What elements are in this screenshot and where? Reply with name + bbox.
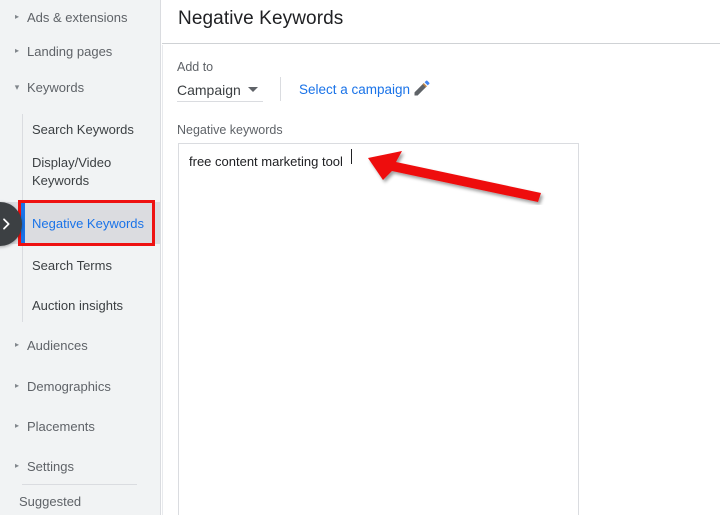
page-header: Negative Keywords [162, 0, 720, 44]
sidebar-item-search-keywords[interactable]: Search Keywords [0, 112, 160, 146]
negative-keywords-input[interactable] [178, 143, 579, 515]
sidebar-item-auction-insights[interactable]: Auction insights [0, 288, 160, 322]
chevron-right-icon: ▸ [14, 421, 19, 430]
vertical-separator [280, 77, 281, 101]
sidebar-item-placements[interactable]: ▸ Placements [0, 409, 160, 443]
sidebar-item-label: Settings [27, 458, 74, 474]
chevron-right-icon [3, 218, 10, 230]
chevron-right-icon: ▸ [14, 12, 19, 21]
chevron-right-icon: ▸ [14, 461, 19, 470]
negative-keywords-label: Negative keywords [177, 123, 283, 137]
add-to-scope-value: Campaign [177, 81, 241, 98]
sidebar-section-suggested: Suggested [19, 494, 82, 509]
sidebar-item-landing-pages[interactable]: ▸ Landing pages [0, 34, 160, 68]
chevron-down-icon: ▾ [14, 81, 20, 92]
text-cursor [351, 149, 352, 164]
sidebar-item-demographics[interactable]: ▸ Demographics [0, 369, 160, 403]
negative-keywords-form-panel: Add to Campaign Select a campaign Negati… [162, 45, 720, 515]
sidebar-item-ads-extensions[interactable]: ▸ Ads & extensions [0, 0, 160, 34]
chevron-right-icon: ▸ [14, 381, 19, 390]
sidebar-item-label: Audiences [27, 337, 88, 353]
main-content-area: Negative Keywords Add to Campaign Select… [162, 0, 720, 515]
sidebar-item-search-terms[interactable]: Search Terms [0, 248, 160, 282]
sidebar-subitem-label: Display/Video Keywords [32, 155, 112, 188]
app-root: ▸ Ads & extensions ▸ Landing pages ▾ Key… [0, 0, 720, 515]
sidebar-section-divider [22, 484, 137, 485]
pencil-icon[interactable] [412, 78, 432, 98]
select-a-campaign-link[interactable]: Select a campaign [299, 82, 410, 97]
sidebar-subitem-label: Search Terms [32, 257, 112, 273]
sidebar-item-label: Keywords [27, 79, 85, 95]
sidebar-item-label: Landing pages [27, 43, 113, 59]
chevron-down-icon [247, 87, 258, 92]
left-sidebar-navigation: ▸ Ads & extensions ▸ Landing pages ▾ Key… [0, 0, 161, 515]
sidebar-item-settings[interactable]: ▸ Settings [0, 449, 160, 483]
sidebar-item-keywords[interactable]: ▾ Keywords [0, 70, 160, 104]
chevron-right-icon: ▸ [14, 46, 19, 55]
sidebar-item-label: Placements [27, 418, 95, 434]
page-title: Negative Keywords [178, 8, 344, 29]
sidebar-subitem-label: Negative Keywords [32, 215, 144, 231]
sidebar-item-negative-keywords[interactable]: Negative Keywords [0, 202, 160, 244]
sidebar-item-audiences[interactable]: ▸ Audiences [0, 328, 160, 362]
sidebar-item-label: Demographics [27, 378, 111, 394]
sidebar-item-display-video-keywords[interactable]: Display/Video Keywords [0, 150, 160, 196]
sidebar-item-label: Ads & extensions [27, 9, 128, 25]
sidebar-subitem-label: Auction insights [32, 297, 124, 313]
sidebar-subitem-label: Search Keywords [32, 121, 134, 137]
add-to-scope-dropdown[interactable]: Campaign [177, 78, 263, 102]
chevron-right-icon: ▸ [14, 340, 19, 349]
add-to-label: Add to [177, 60, 214, 74]
